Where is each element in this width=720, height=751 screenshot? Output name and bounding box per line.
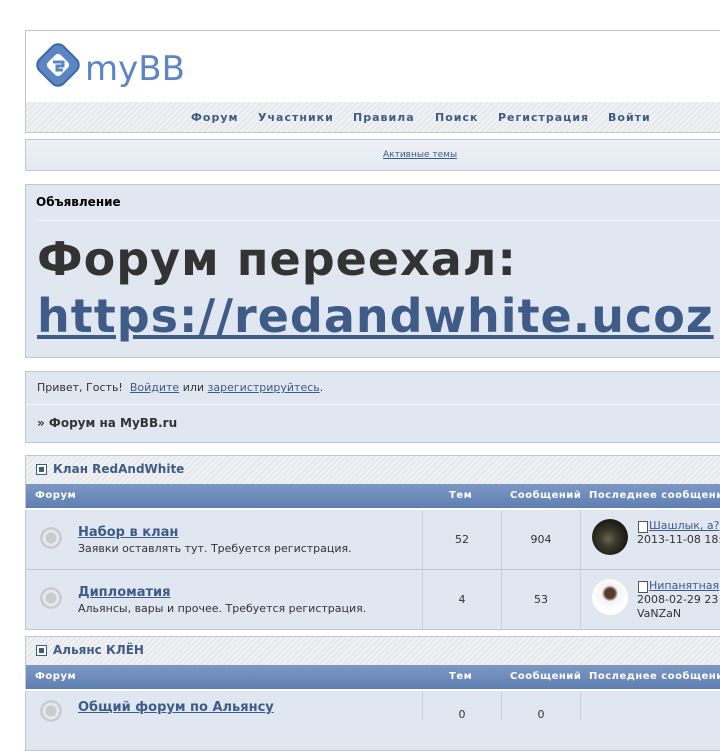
nav-search[interactable]: Поиск	[435, 111, 478, 124]
collapse-icon[interactable]	[36, 645, 47, 656]
last-post-date: 2013-11-08 18:	[637, 533, 720, 546]
column-divider	[501, 691, 502, 720]
col-forum: Форум	[35, 671, 77, 682]
announcement-link[interactable]: https://redandwhite.ucoz	[37, 289, 714, 343]
register-link[interactable]: зарегистрируйтесь	[208, 381, 320, 394]
col-forum: Форум	[35, 490, 77, 501]
dot-text: .	[319, 381, 324, 394]
or-text: или	[182, 381, 205, 394]
posts-count: 0	[537, 708, 545, 721]
forum-status-icon	[40, 527, 62, 549]
column-divider	[580, 691, 581, 720]
active-topics-link[interactable]: Активные темы	[383, 150, 457, 160]
last-post-date: 2008-02-29 23	[637, 593, 719, 606]
nav-members[interactable]: Участники	[258, 111, 334, 124]
last-post-author[interactable]: VaNZaN	[637, 607, 681, 620]
table-header: Форум Тем Сообщений Последнее сообщени	[25, 484, 720, 508]
post-icon	[638, 581, 648, 593]
announcement-divider	[36, 220, 720, 221]
column-divider	[501, 570, 502, 629]
forum-status-icon	[40, 700, 62, 722]
category-title[interactable]: Альянс КЛЁН	[53, 643, 144, 657]
collapse-icon[interactable]	[36, 464, 47, 475]
col-posts: Сообщений	[510, 490, 582, 501]
breadcrumb[interactable]: » Форум на MyBB.ru	[37, 416, 177, 430]
topics-count: 0	[458, 708, 466, 721]
greeting-text: Привет, Гость!	[37, 381, 123, 394]
column-divider	[422, 691, 423, 720]
nav-forum[interactable]: Форум	[191, 111, 239, 124]
announcement-title: Объявление	[36, 195, 121, 209]
active-topics-bar	[25, 139, 720, 171]
forum-description: Заявки оставлять тут. Требуется регистра…	[78, 542, 352, 555]
col-last: Последнее сообщени	[589, 490, 720, 501]
column-divider	[422, 570, 423, 629]
welcome-divider	[26, 404, 720, 405]
svg-text:myBB: myBB	[85, 49, 185, 89]
avatar[interactable]	[592, 519, 628, 555]
col-last: Последнее сообщени	[589, 671, 720, 682]
avatar[interactable]	[592, 579, 628, 615]
last-post-link[interactable]: Нипанятная	[649, 579, 719, 592]
forum-link[interactable]: Набор в клан	[78, 525, 178, 540]
forum-status-icon	[40, 587, 62, 609]
welcome-text: Привет, Гость! Войдите или зарегистрируй…	[37, 381, 323, 394]
col-topics: Тем	[449, 671, 473, 682]
nav-rules[interactable]: Правила	[353, 111, 415, 124]
column-divider	[580, 570, 581, 629]
announcement-headline: Форум переехал:	[37, 232, 517, 286]
post-icon	[638, 521, 648, 533]
category-title[interactable]: Клан RedAndWhite	[53, 462, 184, 476]
topics-count: 4	[458, 593, 466, 606]
topics-count: 52	[455, 533, 469, 546]
last-post-link[interactable]: Шашлык, а?	[649, 519, 720, 532]
mybb-logo[interactable]: myBB	[33, 40, 195, 100]
login-link[interactable]: Войдите	[130, 381, 179, 394]
posts-count: 53	[534, 593, 548, 606]
col-posts: Сообщений	[510, 671, 582, 682]
posts-count: 904	[530, 533, 552, 546]
table-header: Форум Тем Сообщений Последнее сообщени	[25, 665, 720, 689]
col-topics: Тем	[449, 490, 473, 501]
forum-description: Альянсы, вары и прочее. Требуется регист…	[78, 602, 367, 615]
forum-link[interactable]: Общий форум по Альянсу	[78, 700, 274, 715]
nav-register[interactable]: Регистрация	[498, 111, 589, 124]
nav-login[interactable]: Войти	[608, 111, 651, 124]
forum-link[interactable]: Дипломатия	[78, 585, 171, 600]
